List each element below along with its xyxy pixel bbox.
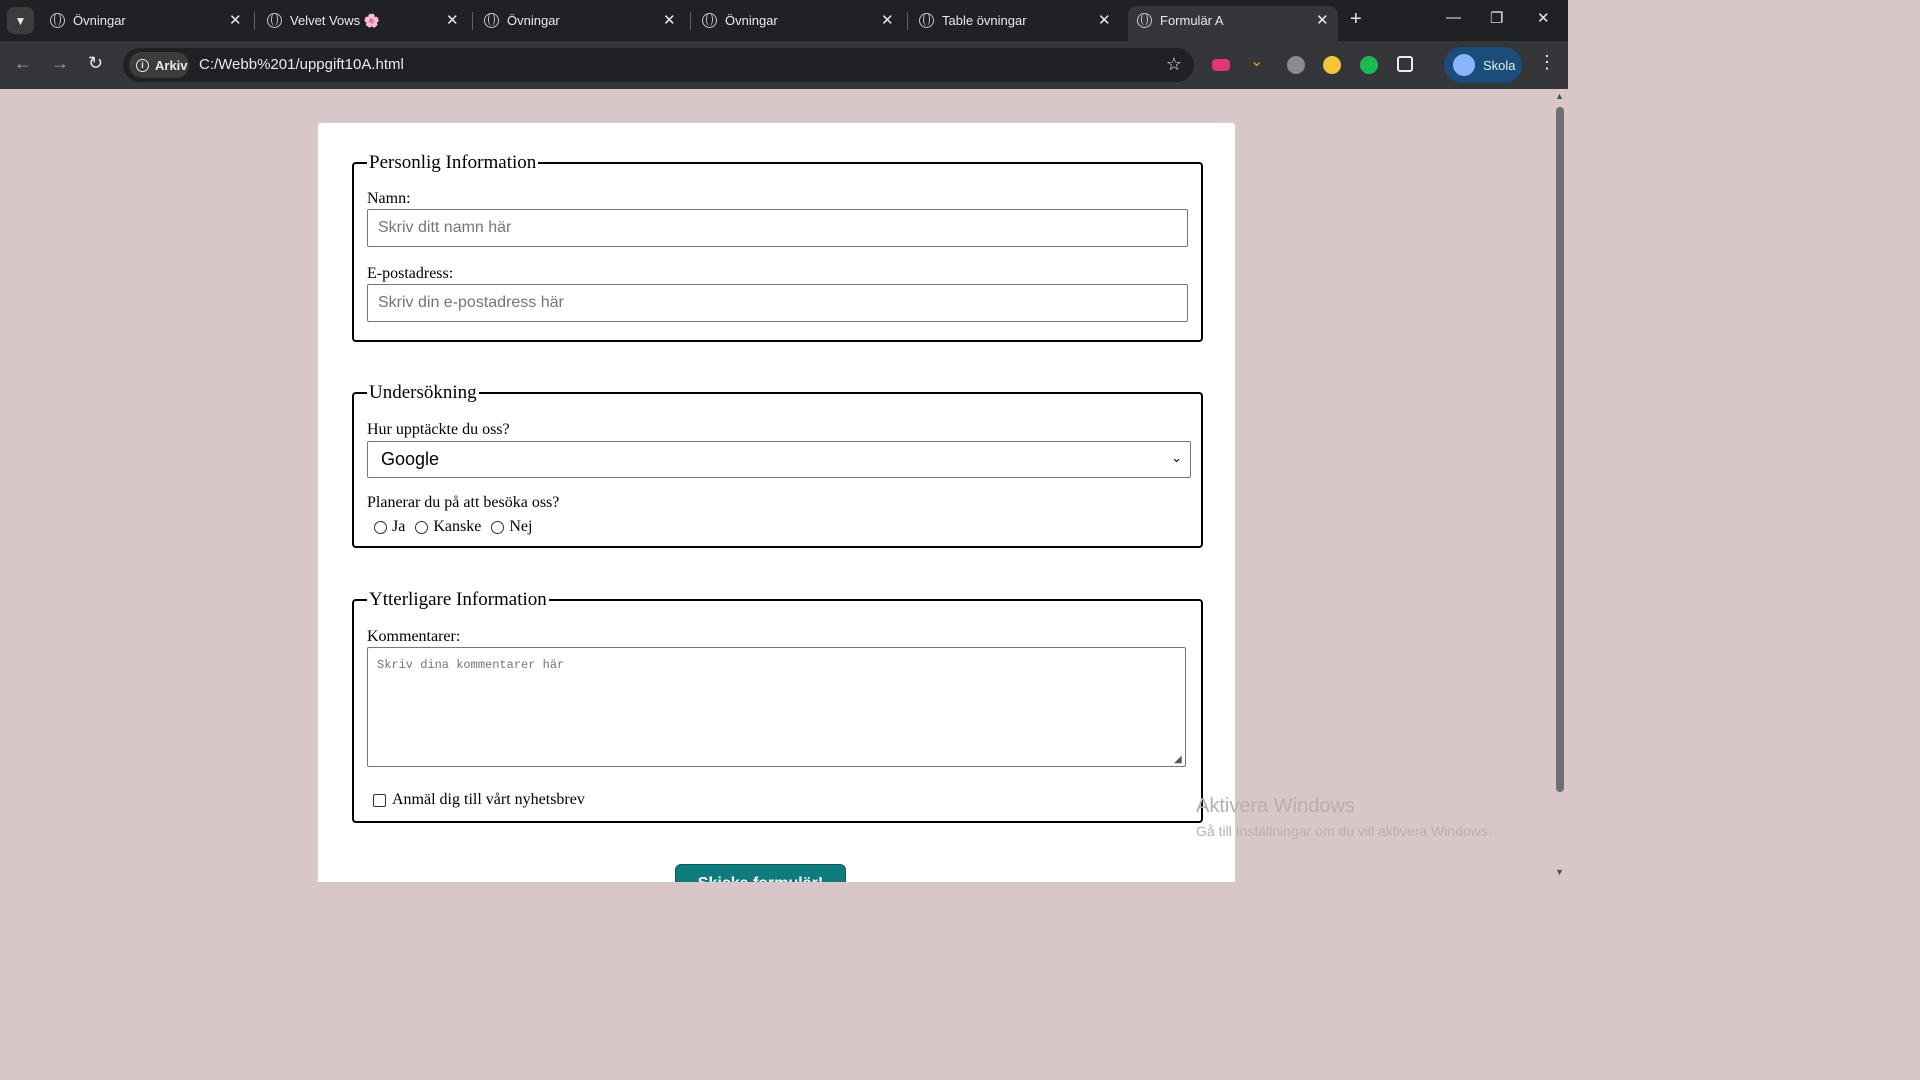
tab-title: Formulär A xyxy=(1160,13,1224,28)
url-text[interactable]: C:/Webb%201/uppgift10A.html xyxy=(199,56,404,73)
resize-handle-icon[interactable]: ◢ xyxy=(1174,754,1182,765)
tab-ovningar-2[interactable]: Övningar ✕ xyxy=(475,6,685,41)
newsletter-label: Anmäl dig till vårt nyhetsbrev xyxy=(392,791,585,808)
more-vert-icon[interactable]: ⋮ xyxy=(1538,52,1556,73)
globe-icon xyxy=(50,13,65,28)
scrollbar-thumb[interactable] xyxy=(1556,107,1564,792)
tab-separator xyxy=(907,12,908,30)
scroll-up-icon[interactable]: ▲ xyxy=(1555,91,1564,101)
radio-label-ja: Ja xyxy=(392,518,406,535)
legend-extra: Ytterligare Information xyxy=(369,589,547,610)
green-extension-icon[interactable] xyxy=(1360,56,1378,74)
restore-button[interactable]: ❐ xyxy=(1490,9,1503,27)
radio-kanske[interactable] xyxy=(415,520,429,534)
new-tab-button[interactable]: + xyxy=(1350,8,1362,31)
globe-icon xyxy=(1137,13,1152,28)
site-info-chip[interactable]: i Arkiv xyxy=(129,52,189,78)
tab-search-button[interactable]: ▼ xyxy=(7,7,34,34)
page-viewport: Personlig Information Namn: E-postadress… xyxy=(0,89,1552,882)
visit-label: Planerar du på att besöka oss? xyxy=(367,494,560,511)
chevron-down-icon: ▼ xyxy=(14,13,27,28)
globe-icon xyxy=(702,13,717,28)
email-label: E-postadress: xyxy=(367,265,454,282)
fieldset-survey: Undersökning Hur upptäckte du oss? Googl… xyxy=(352,382,1203,548)
radio-label-kanske: Kanske xyxy=(433,518,482,535)
video-extension-icon[interactable] xyxy=(1212,59,1230,71)
back-arrow-icon[interactable]: ← xyxy=(14,53,32,74)
close-icon[interactable]: ✕ xyxy=(1098,11,1111,29)
newsletter-checkbox[interactable] xyxy=(373,793,386,807)
windows-activation-subtitle: Gå till Inställningar om du vill aktiver… xyxy=(1196,823,1492,839)
chevron-down-icon: ⌄ xyxy=(1171,450,1182,465)
tab-separator xyxy=(254,12,255,30)
radio-nej[interactable] xyxy=(491,520,505,534)
info-icon: i xyxy=(136,58,149,72)
browser-toolbar: ← → ↻ i Arkiv C:/Webb%201/uppgift10A.htm… xyxy=(0,41,1568,89)
visit-radio-group: Ja Kanske Nej xyxy=(374,518,542,536)
legend-personal: Personlig Information xyxy=(369,152,537,173)
tab-ovningar-3[interactable]: Övningar ✕ xyxy=(693,6,903,41)
close-icon[interactable]: ✕ xyxy=(1316,11,1329,29)
name-input[interactable] xyxy=(367,209,1188,247)
pocket-extension-icon[interactable]: ⌄ xyxy=(1250,51,1268,70)
tab-ovningar-1[interactable]: Övningar ✕ xyxy=(41,6,251,41)
tab-title: Övningar xyxy=(73,13,126,28)
radio-ja[interactable] xyxy=(374,520,387,534)
window-close-button[interactable]: ✕ xyxy=(1537,9,1550,27)
yellow-extension-icon[interactable] xyxy=(1323,56,1341,74)
tab-title: Övningar xyxy=(507,13,560,28)
tab-separator xyxy=(472,12,473,30)
submit-button[interactable]: Skicka formulär! xyxy=(675,864,846,882)
tab-table-ovningar[interactable]: Table övningar ✕ xyxy=(910,6,1120,41)
comments-label: Kommentarer: xyxy=(367,628,461,645)
source-selected-value: Google xyxy=(381,449,440,469)
star-icon[interactable]: ☆ xyxy=(1166,54,1182,75)
profile-label: Skola xyxy=(1483,57,1516,73)
tab-title: Velvet Vows 🌸 xyxy=(290,13,380,28)
tab-title: Table övningar xyxy=(942,13,1027,28)
address-bar[interactable]: i Arkiv C:/Webb%201/uppgift10A.html ☆ xyxy=(123,48,1194,82)
tab-title: Övningar xyxy=(725,13,778,28)
scroll-down-icon[interactable]: ▼ xyxy=(1555,867,1564,877)
tab-separator xyxy=(690,12,691,30)
source-label: Hur upptäckte du oss? xyxy=(367,421,510,438)
minimize-button[interactable]: — xyxy=(1446,9,1461,26)
fieldset-extra: Ytterligare Information Kommentarer: ◢ A… xyxy=(352,589,1203,823)
gray-extension-icon[interactable] xyxy=(1287,56,1305,74)
tab-strip: ▼ Övningar ✕ Velvet Vows 🌸 ✕ Övningar ✕ … xyxy=(0,0,1568,41)
reload-icon[interactable]: ↻ xyxy=(88,53,103,74)
close-icon[interactable]: ✕ xyxy=(663,11,676,29)
newsletter-row: Anmäl dig till vårt nyhetsbrev xyxy=(373,791,585,809)
puzzle-icon[interactable] xyxy=(1397,56,1413,72)
name-label: Namn: xyxy=(367,190,411,207)
profile-button[interactable]: Skola xyxy=(1444,47,1522,83)
globe-icon xyxy=(267,13,282,28)
globe-icon xyxy=(919,13,934,28)
close-icon[interactable]: ✕ xyxy=(446,11,459,29)
globe-icon xyxy=(484,13,499,28)
radio-label-nej: Nej xyxy=(509,518,533,535)
forward-arrow-icon[interactable]: → xyxy=(51,53,69,74)
comments-textarea[interactable] xyxy=(367,647,1186,767)
fieldset-personal: Personlig Information Namn: E-postadress… xyxy=(352,152,1203,342)
windows-activation-title: Aktivera Windows xyxy=(1196,795,1355,817)
legend-survey: Undersökning xyxy=(369,382,477,403)
avatar xyxy=(1453,54,1475,76)
form-card: Personlig Information Namn: E-postadress… xyxy=(316,121,1237,882)
close-icon[interactable]: ✕ xyxy=(229,11,242,29)
close-icon[interactable]: ✕ xyxy=(881,11,894,29)
source-select[interactable]: Google ⌄ xyxy=(367,441,1191,478)
site-info-label: Arkiv xyxy=(155,57,188,73)
tab-formular-a[interactable]: Formulär A ✕ xyxy=(1128,6,1338,41)
vertical-scrollbar[interactable]: ▲ ▼ xyxy=(1552,89,1568,882)
tab-velvet-vows[interactable]: Velvet Vows 🌸 ✕ xyxy=(258,6,468,41)
email-input[interactable] xyxy=(367,284,1188,322)
